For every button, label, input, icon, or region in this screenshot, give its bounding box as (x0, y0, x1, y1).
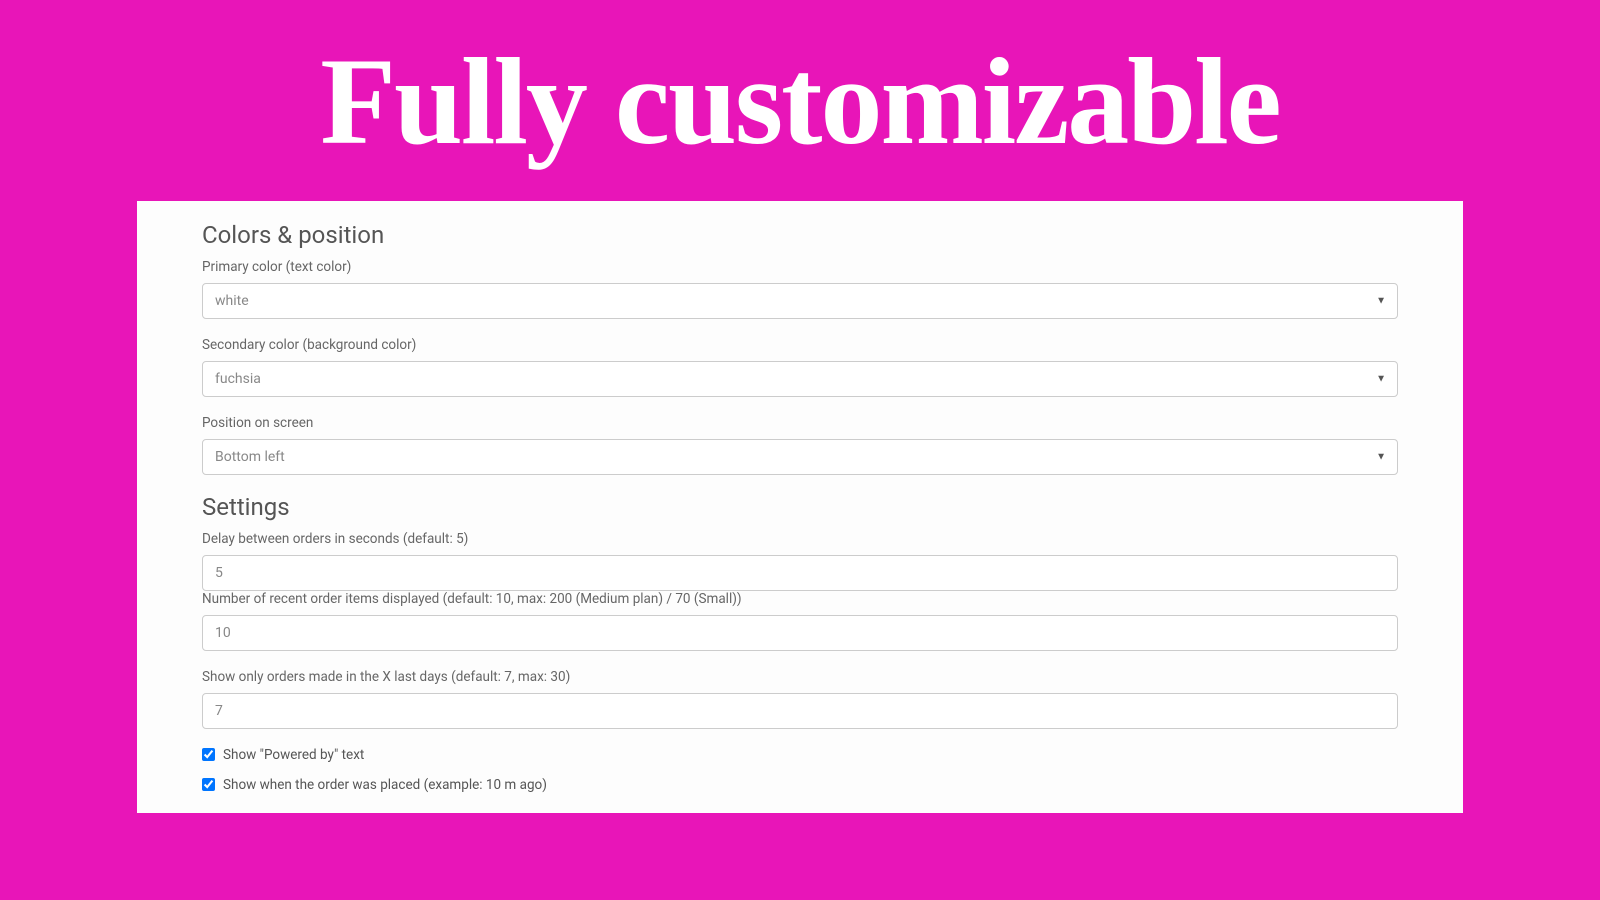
delay-input[interactable] (202, 555, 1398, 591)
secondary-color-select[interactable]: fuchsia (202, 361, 1398, 397)
primary-color-select[interactable]: white (202, 283, 1398, 319)
settings-panel: Colors & position Primary color (text co… (137, 201, 1463, 813)
days-input-wrap (202, 693, 1398, 729)
days-input[interactable] (202, 693, 1398, 729)
section-settings-heading: Settings (202, 493, 1398, 521)
show-time-checkbox[interactable] (202, 778, 215, 791)
days-label: Show only orders made in the X last days… (202, 669, 1398, 685)
items-input-wrap (202, 615, 1398, 651)
primary-color-label: Primary color (text color) (202, 259, 1398, 275)
items-label: Number of recent order items displayed (… (202, 591, 1398, 607)
section-colors-heading: Colors & position (202, 221, 1398, 249)
position-label: Position on screen (202, 415, 1398, 431)
primary-color-select-wrap: white ▼ (202, 283, 1398, 319)
hero-title: Fully customizable (0, 0, 1600, 177)
show-time-label[interactable]: Show when the order was placed (example:… (223, 777, 547, 793)
secondary-color-label: Secondary color (background color) (202, 337, 1398, 353)
powered-by-row: Show "Powered by" text (202, 747, 1398, 763)
powered-by-checkbox[interactable] (202, 748, 215, 761)
delay-label: Delay between orders in seconds (default… (202, 531, 1398, 547)
position-select[interactable]: Bottom left (202, 439, 1398, 475)
items-input[interactable] (202, 615, 1398, 651)
delay-input-wrap (202, 555, 1398, 591)
show-time-row: Show when the order was placed (example:… (202, 777, 1398, 793)
powered-by-label[interactable]: Show "Powered by" text (223, 747, 364, 763)
position-select-wrap: Bottom left ▼ (202, 439, 1398, 475)
secondary-color-select-wrap: fuchsia ▼ (202, 361, 1398, 397)
